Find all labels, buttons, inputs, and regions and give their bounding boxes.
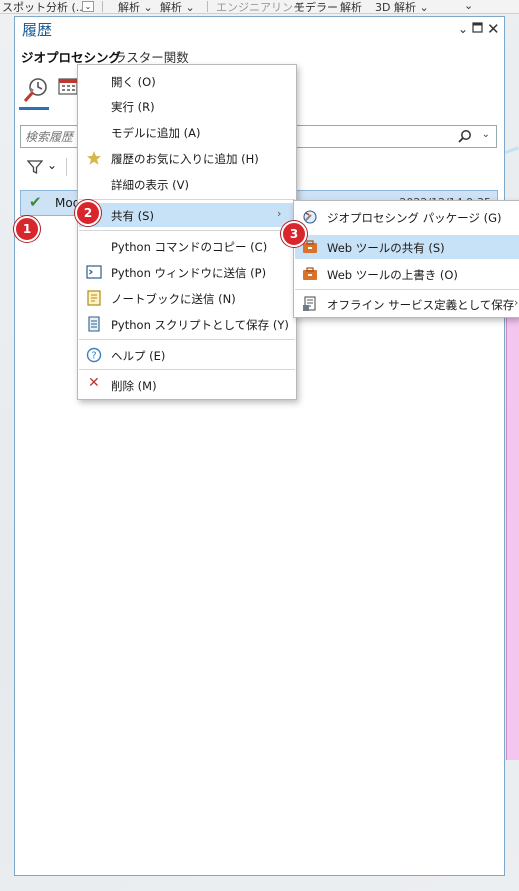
submenu-item-overwrite-web-tool[interactable]: Web ツールの上書き (O) bbox=[295, 262, 519, 286]
help-icon: ? bbox=[86, 347, 102, 363]
pin-chevron-icon[interactable]: ⌄ bbox=[458, 22, 468, 36]
menu-item-share[interactable]: 共有 (S) › bbox=[79, 203, 295, 227]
step-badge-1: 1 bbox=[14, 216, 40, 242]
chevron-right-icon: › bbox=[277, 207, 282, 220]
ribbon-analysis-2[interactable]: 解析 ⌄ bbox=[160, 0, 195, 13]
chevron-down-icon[interactable]: ⌄ bbox=[47, 158, 57, 172]
ribbon-dropdown-icon[interactable]: ⌄ bbox=[82, 1, 94, 12]
step-badge-3: 3 bbox=[281, 221, 307, 247]
menu-separator bbox=[79, 339, 295, 340]
submenu-item-gp-package[interactable]: ジオプロセシング パッケージ (G) bbox=[295, 205, 519, 229]
ribbon-separator bbox=[102, 1, 103, 12]
menu-item-help[interactable]: ? ヘルプ (E) bbox=[79, 343, 295, 367]
menu-item-send-python-window[interactable]: Python ウィンドウに送信 (P) bbox=[79, 260, 295, 284]
search-icon[interactable] bbox=[458, 129, 472, 143]
context-menu: 開く (O) 実行 (R) モデルに追加 (A) 履歴のお気に入りに追加 (H)… bbox=[77, 64, 297, 400]
ribbon-separator bbox=[207, 1, 208, 12]
svg-text:?: ? bbox=[91, 351, 96, 362]
ribbon-analysis-3[interactable]: 解析 bbox=[340, 0, 362, 13]
ribbon-modeler[interactable]: モデラー bbox=[294, 0, 338, 13]
python-script-icon bbox=[86, 316, 102, 332]
menu-item-add-to-model[interactable]: モデルに追加 (A) bbox=[79, 120, 295, 144]
menu-separator bbox=[79, 199, 295, 200]
chevron-down-icon[interactable]: ⌄ bbox=[464, 0, 473, 12]
notebook-icon bbox=[86, 290, 102, 306]
maximize-icon[interactable] bbox=[472, 22, 483, 36]
menu-item-save-python-script[interactable]: Python スクリプトとして保存 (Y) bbox=[79, 312, 295, 336]
filter-icon[interactable] bbox=[26, 159, 44, 178]
menu-item-add-favorite[interactable]: 履歴のお気に入りに追加 (H) bbox=[79, 146, 295, 170]
chevron-down-icon[interactable]: ⌄ bbox=[482, 129, 490, 140]
python-window-icon bbox=[86, 264, 102, 280]
delete-icon: ✕ bbox=[88, 375, 100, 391]
submenu-item-share-web-tool[interactable]: Web ツールの共有 (S) bbox=[295, 235, 519, 259]
check-icon: ✔ bbox=[29, 193, 42, 211]
menu-separator bbox=[295, 289, 519, 290]
service-definition-icon bbox=[302, 296, 318, 312]
menu-item-send-notebook[interactable]: ノートブックに送信 (N) bbox=[79, 286, 295, 310]
step-badge-2: 2 bbox=[75, 200, 101, 226]
menu-item-delete[interactable]: ✕ 削除 (M) bbox=[79, 373, 295, 397]
share-submenu: ジオプロセシング パッケージ (G) Web ツールの共有 (S) Web ツー… bbox=[293, 200, 519, 318]
menu-item-run[interactable]: 実行 (R) bbox=[79, 94, 295, 118]
ribbon-engineering[interactable]: エンジニアリング bbox=[216, 0, 304, 13]
gp-package-icon bbox=[302, 209, 318, 225]
submenu-item-offline-service-definition[interactable]: オフライン サービス定義として保存 (D) › bbox=[295, 292, 519, 316]
menu-item-open[interactable]: 開く (O) bbox=[79, 69, 295, 93]
toolbar-separator bbox=[66, 158, 67, 176]
active-tool-indicator bbox=[19, 107, 49, 110]
star-icon bbox=[86, 150, 102, 166]
ribbon-3d-analysis[interactable]: 3D 解析 ⌄ bbox=[375, 0, 429, 13]
web-tool-overwrite-icon bbox=[302, 266, 318, 282]
menu-separator bbox=[79, 230, 295, 231]
pane-title: 履歴 bbox=[22, 21, 53, 39]
pane-tabs: ジオプロセシング ラスター関数 bbox=[15, 47, 504, 65]
ribbon-spot-analysis[interactable]: スポット分析 (... bbox=[2, 0, 86, 13]
close-icon[interactable]: ✕ bbox=[487, 20, 500, 38]
menu-item-view-details[interactable]: 詳細の表示 (V) bbox=[79, 172, 295, 196]
history-tool-icon[interactable] bbox=[21, 75, 51, 105]
menu-separator bbox=[79, 369, 295, 370]
ribbon-bar: スポット分析 (... ⌄ 解析 ⌄ 解析 ⌄ エンジニアリング モデラー 解析… bbox=[0, 0, 519, 14]
chevron-right-icon: › bbox=[514, 296, 519, 309]
ribbon-analysis-1[interactable]: 解析 ⌄ bbox=[118, 0, 153, 13]
menu-item-copy-python[interactable]: Python コマンドのコピー (C) bbox=[79, 234, 295, 258]
